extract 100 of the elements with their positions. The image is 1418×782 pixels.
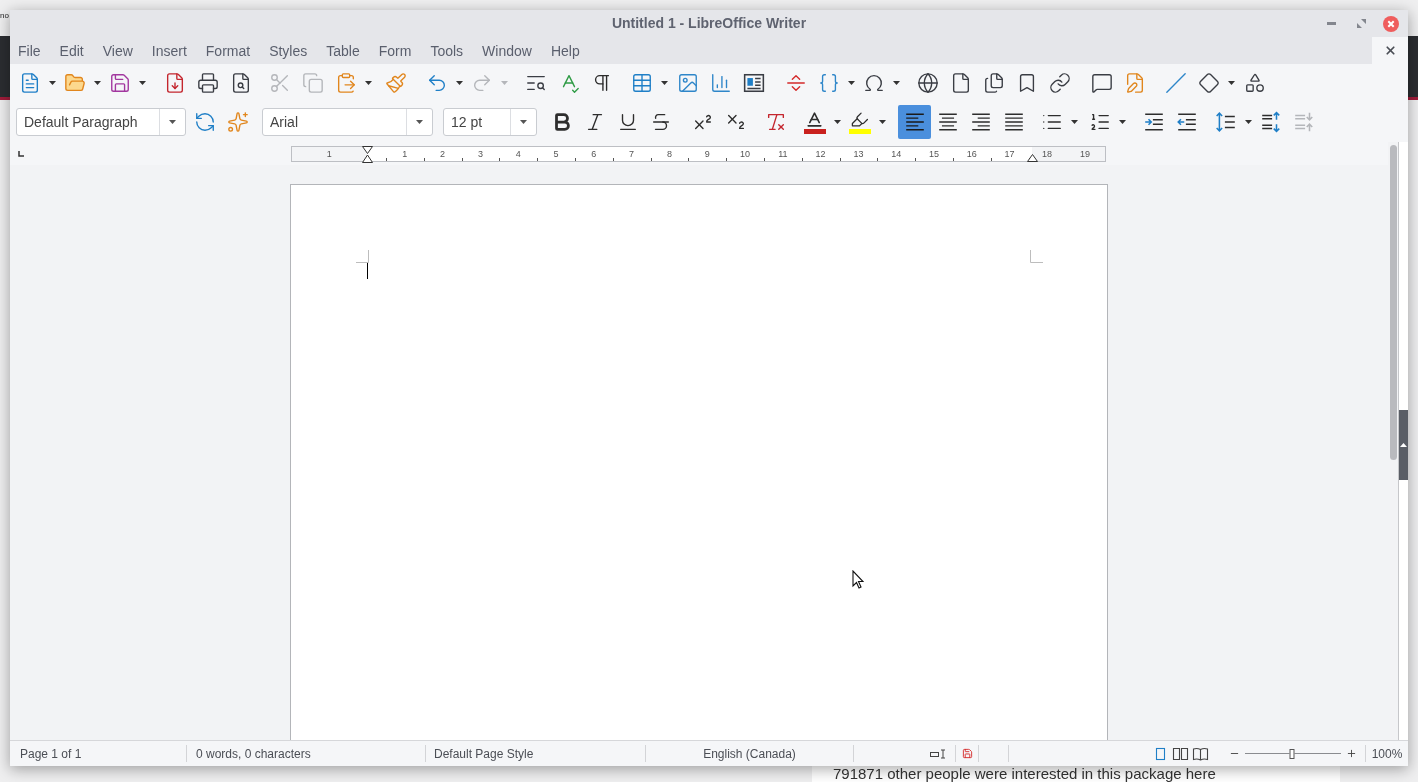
two-pages-icon [1172, 746, 1189, 761]
paintbrush-icon [384, 72, 407, 94]
ruler-number: 16 [966, 148, 977, 159]
ruler-number: 4 [515, 148, 521, 159]
mouse-pointer-icon [852, 570, 864, 589]
ruler-number: 6 [591, 148, 597, 159]
globe-icon [916, 72, 939, 94]
table-icon [630, 72, 653, 94]
indent-decrease-icon [1175, 111, 1198, 133]
horizontal-ruler[interactable]: 1 1 2 3 4 5 6 7 8 9 10 11 12 13 14 15 16 17 18 19 [291, 145, 1106, 162]
minimize-icon [1326, 22, 1336, 25]
ruler-number: 17 [1004, 148, 1015, 159]
page-break-icon [784, 72, 807, 94]
ruler-number: 18 [1042, 148, 1053, 159]
caret-icon [1118, 120, 1126, 124]
menu-item[interactable]: File [18, 41, 41, 60]
close-icon [1383, 15, 1399, 32]
line-spacing-icon [1214, 111, 1237, 133]
caret-icon [138, 81, 146, 85]
copy-icon [301, 72, 324, 94]
ruler-number: 8 [666, 148, 672, 159]
ruler-number: 14 [891, 148, 902, 159]
ruler-number: 12 [815, 148, 826, 159]
menu-item[interactable]: Edit [59, 41, 84, 60]
ruler-number: 10 [740, 148, 750, 159]
corner-mark-icon [356, 250, 369, 263]
scissors-icon [268, 72, 291, 94]
font-size-field[interactable]: 12 pt [443, 108, 537, 136]
printer-icon [196, 72, 219, 94]
image-icon [676, 72, 699, 94]
zoom-slider-thumb[interactable] [1289, 748, 1295, 759]
menu-item[interactable]: View [102, 41, 133, 60]
font-name-field[interactable]: Arial [262, 108, 433, 136]
ruler-number: 2 [440, 148, 446, 159]
background-text: no [0, 11, 9, 20]
caret-icon [833, 120, 841, 124]
menu-item[interactable]: Help [550, 41, 580, 60]
close-icon [1383, 44, 1397, 57]
caret-icon [500, 81, 508, 85]
background-text: 791871 other people were interested in this package here [833, 766, 1216, 782]
language: English (Canada) [703, 745, 796, 763]
font-color-icon [803, 110, 826, 134]
zoom-in-button[interactable] [1346, 748, 1357, 759]
sidebar-toggle-button[interactable] [1399, 410, 1408, 480]
align-justify-icon [1002, 111, 1025, 133]
menu-item[interactable]: Tools [430, 41, 464, 60]
zoom-percentage: 100% [1370, 745, 1404, 763]
page-count: Page 1 of 1 [20, 746, 82, 761]
pages-icon [982, 72, 1005, 94]
text-cursor [367, 263, 368, 279]
indent-increase-icon [1142, 111, 1165, 133]
numbered-list-icon [1088, 111, 1111, 133]
book-view-button[interactable] [1192, 746, 1209, 761]
menu-item[interactable]: Format [205, 41, 251, 60]
indent-marker-icon[interactable] [362, 145, 373, 163]
caret-icon [660, 81, 668, 85]
selection-mode-icon[interactable] [930, 748, 947, 759]
ruler-number: 1 [402, 148, 408, 159]
caret-icon [364, 81, 372, 85]
paragraph-spacing-increase-icon [1259, 111, 1282, 133]
indent-marker-icon[interactable] [1027, 153, 1038, 162]
close-document-button[interactable] [1372, 37, 1408, 64]
menu-item[interactable]: Window [482, 41, 532, 60]
bar-chart-icon [709, 72, 732, 94]
caret-icon [1227, 81, 1235, 85]
caret-icon [520, 120, 527, 124]
align-right-icon [969, 111, 992, 133]
highlighter-icon [848, 110, 871, 134]
caret-icon [1070, 120, 1078, 124]
ruler-number: 13 [853, 148, 864, 159]
open-book-icon [1192, 746, 1209, 761]
multi-page-view-button[interactable] [1172, 746, 1189, 761]
maximize-icon [1356, 19, 1366, 28]
menu-item[interactable]: Styles [269, 41, 308, 60]
scrollbar-thumb[interactable] [1389, 145, 1397, 460]
ruler-number: 5 [553, 148, 559, 159]
line-icon [1164, 72, 1187, 94]
refresh-icon [193, 111, 216, 133]
tab-stop-icon[interactable] [18, 150, 24, 157]
ruler-number: 9 [704, 148, 710, 159]
caret-icon [416, 120, 423, 124]
menu-item[interactable]: Form [378, 41, 412, 60]
align-left-icon [903, 111, 926, 133]
zoom-slider[interactable] [1245, 747, 1341, 760]
paragraph-spacing-decrease-icon [1292, 111, 1315, 133]
menu-item[interactable]: Insert [151, 41, 187, 60]
ruler-number: 15 [929, 148, 939, 159]
ruler-number: 19 [1079, 148, 1090, 159]
caret-icon [48, 81, 56, 85]
paragraph-style-field[interactable]: Default Paragraph [16, 108, 186, 136]
sparkle-icon [226, 111, 249, 133]
align-left-button[interactable] [898, 105, 931, 139]
caret-icon [878, 120, 886, 124]
ruler-number: 3 [477, 148, 483, 159]
folder-icon [63, 72, 86, 94]
caret-icon [1244, 120, 1252, 124]
word-count: 0 words, 0 characters [196, 746, 311, 761]
menu-item[interactable]: Table [326, 41, 360, 60]
align-center-icon [936, 111, 959, 133]
caret-icon [892, 81, 900, 85]
